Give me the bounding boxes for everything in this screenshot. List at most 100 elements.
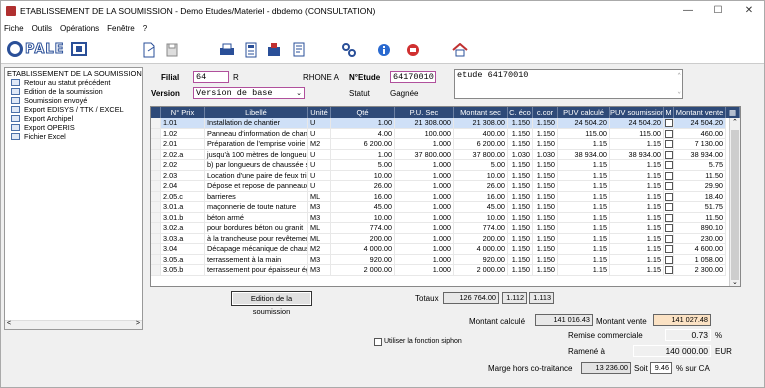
table-cell[interactable]: 1.150	[508, 233, 533, 244]
row-m-checkbox[interactable]	[664, 170, 674, 181]
col-qte[interactable]: Qté	[331, 107, 395, 118]
table-cell[interactable]: 37 800.000	[395, 149, 454, 160]
table-cell[interactable]: terrassement pour épaisseur égale	[205, 265, 308, 276]
save-icon[interactable]	[163, 41, 181, 59]
row-selector[interactable]	[151, 181, 161, 192]
table-cell[interactable]: M3	[308, 202, 331, 213]
table-cell[interactable]: 2 000.00	[331, 265, 395, 276]
table-cell[interactable]: 1.030	[508, 149, 533, 160]
table-cell[interactable]: 1.15	[610, 244, 664, 255]
table-cell[interactable]: terrassement à la main	[205, 254, 308, 265]
table-cell[interactable]: 1.01	[161, 118, 205, 129]
table-cell[interactable]: U	[308, 149, 331, 160]
table-cell[interactable]: M2	[308, 139, 331, 150]
table-cell[interactable]: 1.150	[508, 139, 533, 150]
table-cell[interactable]: 10.00	[454, 170, 508, 181]
table-cell[interactable]: 26.00	[331, 181, 395, 192]
table-cell[interactable]: 2.04	[161, 181, 205, 192]
users-icon[interactable]	[340, 41, 358, 59]
table-cell[interactable]: Installation de chantier	[205, 118, 308, 129]
table-cell[interactable]: 11.50	[674, 170, 726, 181]
version-select[interactable]: Version de base ⌄	[193, 87, 305, 99]
table-cell[interactable]: 1.02	[161, 128, 205, 139]
close-button[interactable]: ✕	[734, 1, 764, 21]
table-cell[interactable]: 21 308.000	[395, 118, 454, 129]
table-row[interactable]: 3.04Décapage mécanique de chausséeM24 00…	[151, 244, 740, 255]
table-cell[interactable]: M3	[308, 212, 331, 223]
table-cell[interactable]: 10.00	[331, 170, 395, 181]
row-selector[interactable]	[151, 233, 161, 244]
row-selector[interactable]	[151, 212, 161, 223]
table-cell[interactable]: 6 200.00	[454, 139, 508, 150]
minimize-button[interactable]: —	[673, 1, 703, 21]
table-cell[interactable]: 4.00	[331, 128, 395, 139]
table-cell[interactable]: 1.000	[395, 139, 454, 150]
table-cell[interactable]: 24 504.20	[558, 118, 610, 129]
row-selector[interactable]	[151, 265, 161, 276]
tree-item-edisys[interactable]: Export EDISYS / TTK / EXCEL	[5, 105, 142, 114]
table-cell[interactable]: 1.000	[395, 170, 454, 181]
table-cell[interactable]: 21 308.00	[454, 118, 508, 129]
row-m-checkbox[interactable]	[664, 233, 674, 244]
col-montant-sec[interactable]: Montant sec	[454, 107, 508, 118]
table-cell[interactable]: 1.150	[508, 191, 533, 202]
table-cell[interactable]: 37 800.00	[454, 149, 508, 160]
table-cell[interactable]: 1.15	[610, 212, 664, 223]
table-cell[interactable]: M3	[308, 254, 331, 265]
edition-soumission-button[interactable]: Edition de la soumission	[231, 291, 312, 316]
table-cell[interactable]: 1.150	[533, 191, 558, 202]
table-cell[interactable]: 38 934.00	[610, 149, 664, 160]
exit-icon[interactable]	[404, 41, 422, 59]
col-libelle[interactable]: Libellé	[205, 107, 308, 118]
table-cell[interactable]: 890.10	[674, 223, 726, 234]
table-row[interactable]: 2.02 b) par longueurs de chaussée sup U 5.0…	[151, 160, 740, 171]
table-cell[interactable]: 2.02	[161, 160, 205, 171]
table-cell[interactable]: 2.01	[161, 139, 205, 150]
col-m[interactable]: M	[664, 107, 674, 118]
table-cell[interactable]: 115.00	[558, 128, 610, 139]
row-selector[interactable]	[151, 149, 161, 160]
table-cell[interactable]: U	[308, 181, 331, 192]
table-cell[interactable]: Panneau d'information de chantier	[205, 128, 308, 139]
grid-vertical-scrollbar[interactable]: ⌃ ⌄	[729, 118, 740, 286]
menu-outils[interactable]: Outils	[32, 24, 52, 33]
table-row[interactable]: 3.03.a à la trancheuse pour revêtement ML 2…	[151, 233, 740, 244]
new-document-icon[interactable]	[140, 41, 158, 59]
export-icon[interactable]	[265, 41, 283, 59]
table-cell[interactable]: 4 000.00	[454, 244, 508, 255]
table-cell[interactable]: 1.000	[395, 223, 454, 234]
table-cell[interactable]: Dépose et repose de panneaux ...	[205, 181, 308, 192]
table-cell[interactable]: 4 000.00	[331, 244, 395, 255]
etude-memo[interactable]: etude 64170010 ⌃ ⌄	[454, 69, 683, 99]
col-unite[interactable]: Unité	[308, 107, 331, 118]
table-cell[interactable]: 1.15	[558, 139, 610, 150]
tree-item-retour[interactable]: Retour au statut précédent	[5, 78, 142, 87]
row-selector[interactable]	[151, 128, 161, 139]
filial-field[interactable]: 64	[193, 71, 229, 83]
table-cell[interactable]: 10.00	[331, 212, 395, 223]
table-cell[interactable]: 1.150	[508, 254, 533, 265]
table-row[interactable]: 2.02.a jusqu'à 100 mètres de longueur U 1.0…	[151, 149, 740, 160]
row-selector[interactable]	[151, 160, 161, 171]
table-cell[interactable]: 5.75	[674, 160, 726, 171]
table-cell[interactable]: jusqu'à 100 mètres de longueur	[205, 149, 308, 160]
row-m-checkbox[interactable]	[664, 149, 674, 160]
table-cell[interactable]: 1.15	[558, 265, 610, 276]
table-cell[interactable]: 45.00	[454, 202, 508, 213]
table-cell[interactable]: 5.00	[454, 160, 508, 171]
home-icon[interactable]	[451, 41, 469, 59]
table-cell[interactable]: 1.000	[395, 254, 454, 265]
col-montant-vente[interactable]: Montant vente	[674, 107, 726, 118]
grid-settings-icon[interactable]: ▦	[726, 107, 740, 118]
table-cell[interactable]: à la trancheuse pour revêtement	[205, 233, 308, 244]
row-m-checkbox[interactable]	[664, 223, 674, 234]
table-cell[interactable]: U	[308, 170, 331, 181]
col-pu-sec[interactable]: P.U. Sec	[395, 107, 454, 118]
siphon-checkbox[interactable]	[374, 338, 382, 346]
table-cell[interactable]: 2 300.00	[674, 265, 726, 276]
table-cell[interactable]: 1.15	[558, 254, 610, 265]
row-selector[interactable]	[151, 223, 161, 234]
table-cell[interactable]: ML	[308, 223, 331, 234]
table-cell[interactable]: 1.15	[558, 170, 610, 181]
table-cell[interactable]: 1.15	[610, 139, 664, 150]
